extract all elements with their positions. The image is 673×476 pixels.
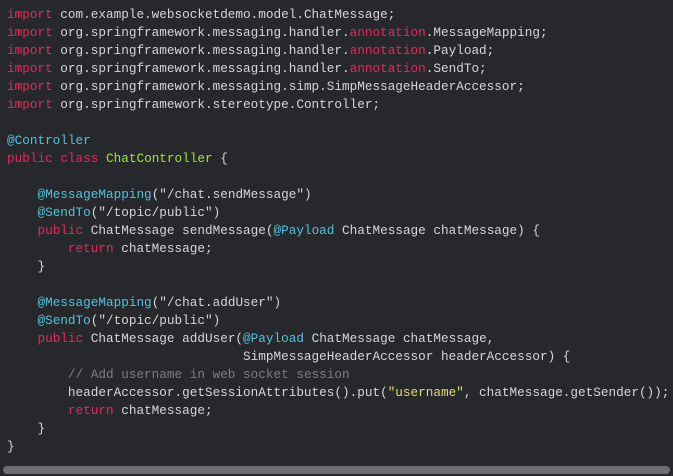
code-text: com.example.websocketdemo.model.ChatMess… — [52, 7, 396, 22]
keyword-token: annotation — [349, 43, 426, 58]
code-text: org.springframework.messaging.handler. — [52, 43, 350, 58]
annotation-token: @MessageMapping — [37, 295, 152, 310]
code-line: @SendTo("/topic/public") — [7, 204, 673, 222]
code-line: SimpMessageHeaderAccessor headerAccessor… — [7, 348, 673, 366]
keyword-token: import — [7, 7, 53, 22]
code-line: return chatMessage; — [7, 402, 673, 420]
code-line: import org.springframework.messaging.sim… — [7, 78, 673, 96]
keyword-token: import — [7, 43, 53, 58]
annotation-token: @SendTo — [37, 313, 91, 328]
code-line: return chatMessage; — [7, 240, 673, 258]
code-line: import org.springframework.messaging.han… — [7, 60, 673, 78]
horizontal-scrollbar[interactable] — [3, 466, 670, 474]
keyword-token: import — [7, 79, 53, 94]
code-line: } — [7, 258, 673, 276]
annotation-token: @Payload — [273, 223, 335, 238]
code-text: headerAccessor.getSessionAttributes().pu… — [7, 385, 388, 400]
code-line: public ChatMessage addUser(@Payload Chat… — [7, 330, 673, 348]
code-line: import org.springframework.messaging.han… — [7, 42, 673, 60]
code-text: .MessageMapping; — [425, 25, 548, 40]
code-text: chatMessage; — [113, 241, 213, 256]
code-line: @MessageMapping("/chat.sendMessage") — [7, 186, 673, 204]
code-text: ("/topic/public") — [90, 205, 221, 220]
keyword-token: annotation — [349, 61, 426, 76]
code-line: public ChatMessage sendMessage(@Payload … — [7, 222, 673, 240]
code-text: org.springframework.messaging.handler. — [52, 25, 350, 40]
code-line: public class ChatController { — [7, 150, 673, 168]
annotation-token: @SendTo — [37, 205, 91, 220]
code-line: } — [7, 438, 673, 456]
code-line: import org.springframework.stereotype.Co… — [7, 96, 673, 114]
keyword-token: import — [7, 97, 53, 112]
keyword-token: annotation — [349, 25, 426, 40]
code-line: @Controller — [7, 132, 673, 150]
code-text: .Payload; — [425, 43, 495, 58]
code-line: headerAccessor.getSessionAttributes().pu… — [7, 384, 673, 402]
code-text: SimpMessageHeaderAccessor headerAccessor… — [7, 349, 571, 364]
code-text: org.springframework.stereotype.Controlle… — [52, 97, 381, 112]
keyword-token: public — [7, 151, 53, 166]
annotation-token: @MessageMapping — [37, 187, 152, 202]
code-line: @MessageMapping("/chat.addUser") — [7, 294, 673, 312]
code-text: { — [212, 151, 228, 166]
comment-token: // Add username in web socket session — [67, 367, 350, 382]
class-name-token: ChatController — [106, 151, 213, 166]
code-line: // Add username in web socket session — [7, 366, 673, 384]
keyword-token: return — [67, 403, 114, 418]
code-line: @SendTo("/topic/public") — [7, 312, 673, 330]
code-text: ChatMessage addUser( — [83, 331, 244, 346]
annotation-token: @Controller — [7, 133, 91, 148]
code-text: } — [7, 421, 46, 436]
code-text: ChatMessage chatMessage) { — [334, 223, 540, 238]
code-line: import com.example.websocketdemo.model.C… — [7, 6, 673, 24]
keyword-token: public — [37, 223, 84, 238]
code-text: } — [7, 439, 15, 454]
code-line: } — [7, 420, 673, 438]
code-text: ChatMessage sendMessage( — [83, 223, 274, 238]
keyword-token: import — [7, 25, 53, 40]
code-text: ("/topic/public") — [90, 313, 221, 328]
code-line: import org.springframework.messaging.han… — [7, 24, 673, 42]
code-editor[interactable]: import com.example.websocketdemo.model.C… — [7, 6, 673, 456]
code-text: ChatMessage chatMessage, — [303, 331, 495, 346]
code-text: org.springframework.messaging.handler. — [52, 61, 350, 76]
keyword-token: class — [60, 151, 99, 166]
annotation-token: @Payload — [243, 331, 304, 346]
keyword-token: public — [37, 331, 84, 346]
code-text: ("/chat.addUser") — [151, 295, 282, 310]
keyword-token: import — [7, 61, 53, 76]
code-text: , chatMessage.getSender()); — [463, 385, 670, 400]
code-text: .SendTo; — [425, 61, 487, 76]
code-text: org.springframework.messaging.simp.SimpM… — [52, 79, 525, 94]
keyword-token: return — [67, 241, 114, 256]
code-text: ("/chat.sendMessage") — [151, 187, 312, 202]
code-text: } — [7, 259, 46, 274]
string-token: "username" — [387, 385, 464, 400]
code-text: chatMessage; — [113, 403, 213, 418]
